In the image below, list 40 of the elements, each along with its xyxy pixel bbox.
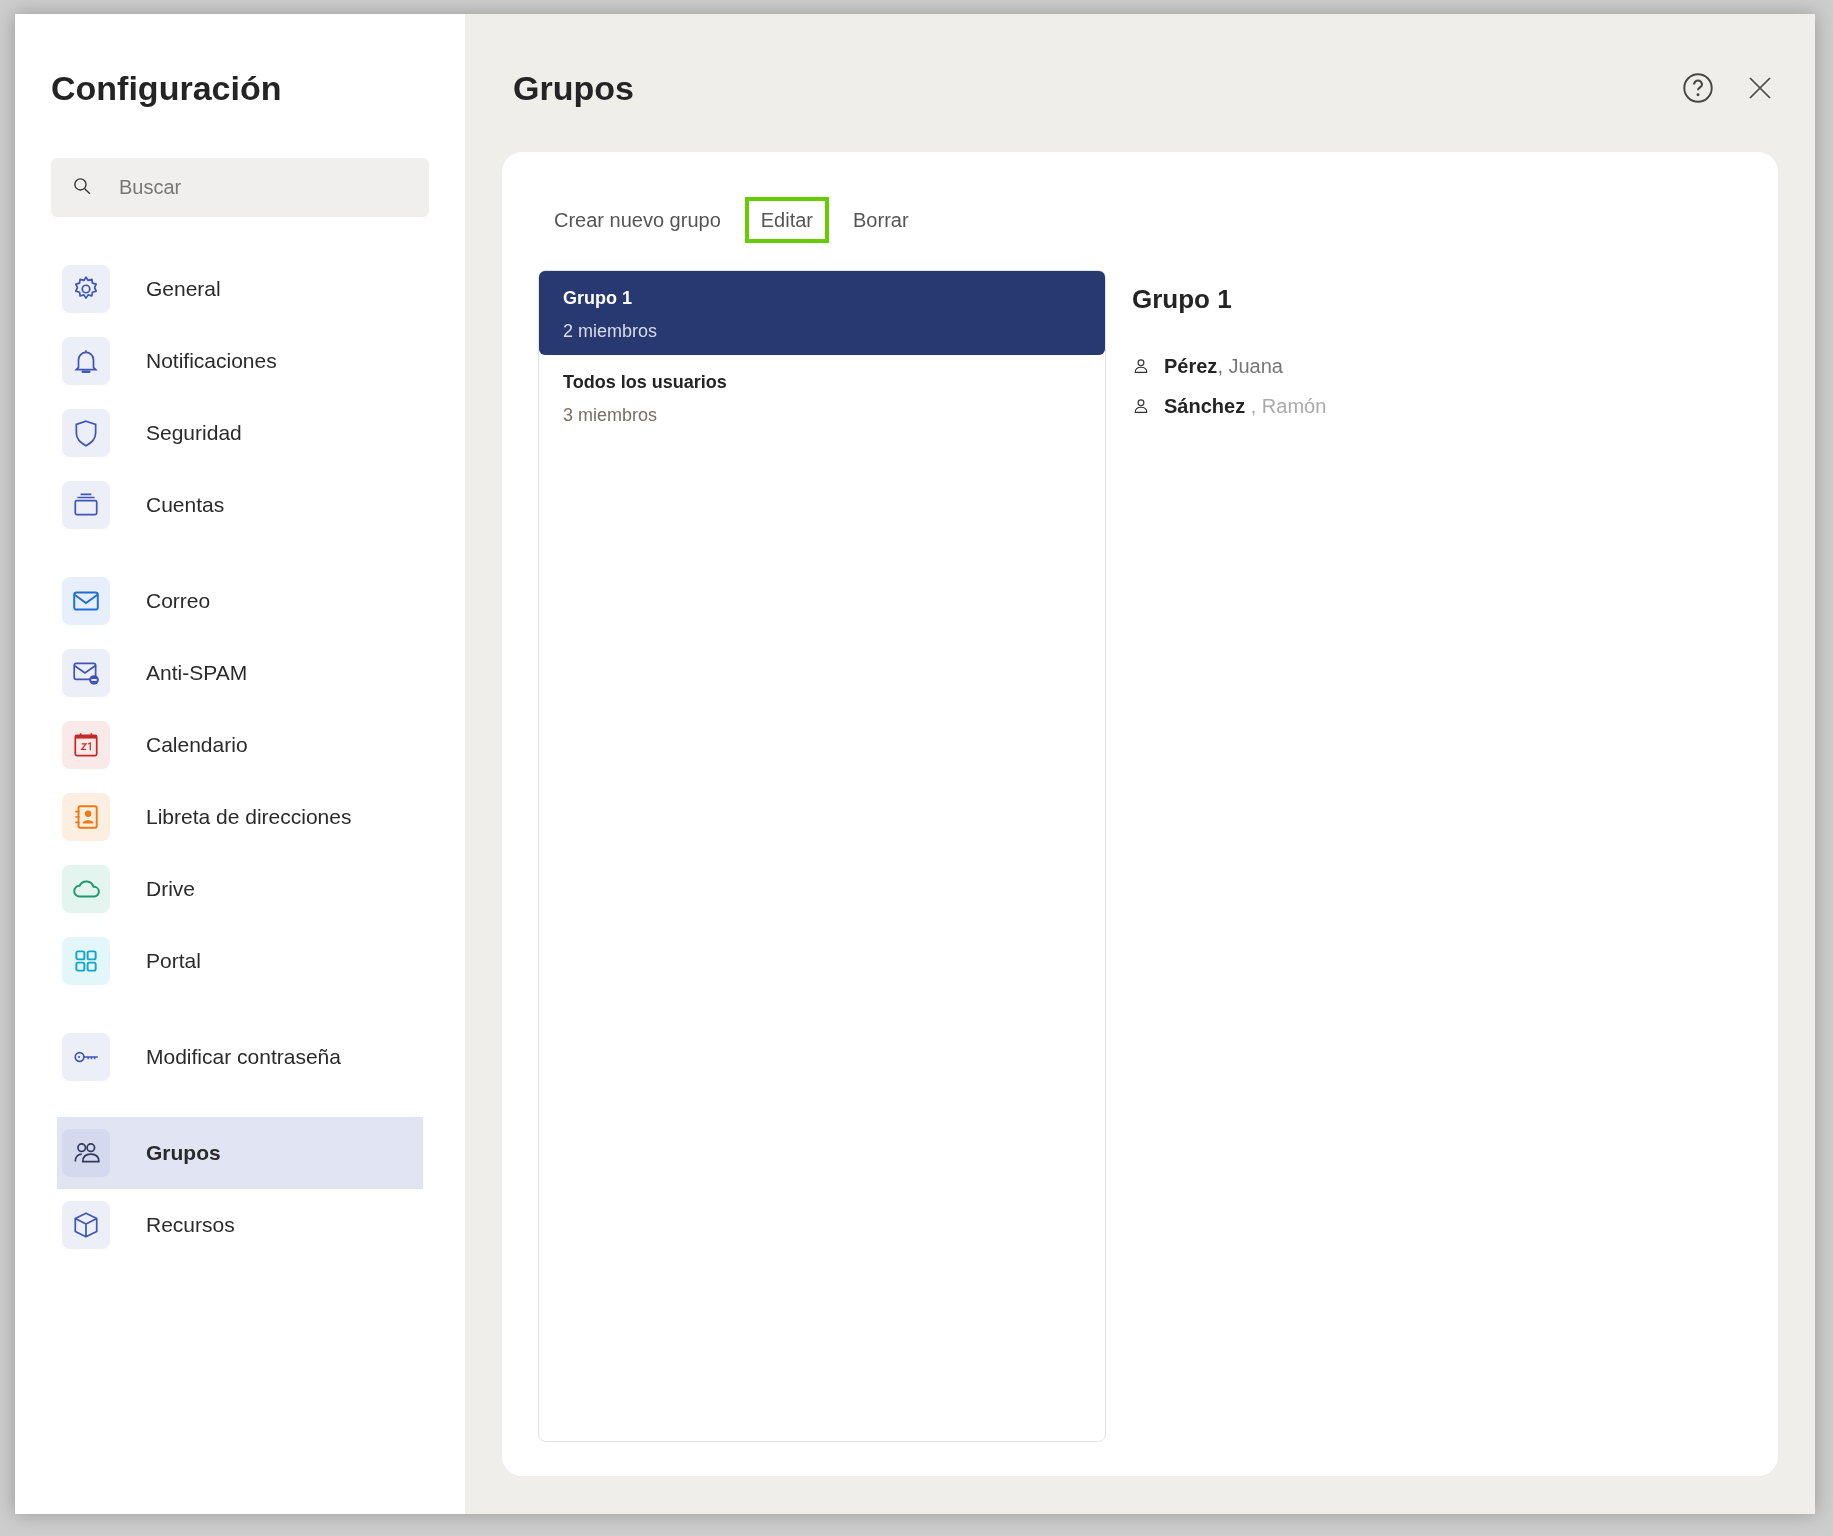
people-icon	[62, 1128, 110, 1177]
member-name: Sánchez , Ramón	[1164, 394, 1327, 420]
envelope-minus-icon	[62, 648, 110, 697]
group-title: Grupo 1	[1132, 284, 1233, 316]
sidebar-item[interactable]: Recursos	[57, 1188, 423, 1261]
toolbar-button[interactable]: Editar	[744, 197, 830, 243]
search-field[interactable]: Buscar	[51, 157, 429, 217]
sidebar-item[interactable]: Notificaciones	[57, 324, 423, 397]
sidebar-item[interactable]: Libreta de direcciones	[57, 780, 423, 853]
toolbar-button[interactable]: Crear nuevo grupo	[538, 197, 737, 243]
group-item[interactable]: Grupo 1 2 miembros	[539, 271, 1105, 355]
sidebar-item[interactable]: Correo	[57, 564, 423, 637]
shield-icon	[62, 408, 110, 457]
search-input[interactable]: Buscar	[117, 171, 377, 204]
toolbar-button[interactable]: Borrar	[837, 197, 925, 243]
cube-icon	[62, 1200, 110, 1249]
calendar-icon	[62, 720, 110, 769]
page-title: Grupos	[513, 67, 634, 109]
bell-icon	[62, 336, 110, 385]
grid-icon	[62, 936, 110, 985]
stacked-cards-icon	[62, 480, 110, 529]
group-item[interactable]: Todos los usuarios 3 miembros	[539, 355, 1105, 439]
sidebar-item[interactable]: Modificar contraseña	[57, 1020, 423, 1093]
key-icon	[62, 1032, 110, 1081]
gear-icon	[62, 264, 110, 313]
settings-title: Configuración	[51, 68, 283, 109]
sidebar-item[interactable]: General	[57, 252, 423, 325]
envelope-icon	[62, 576, 110, 625]
sidebar-item[interactable]: Grupos	[57, 1116, 423, 1189]
sidebar-item[interactable]: Anti-SPAM	[57, 636, 423, 709]
sidebar-item[interactable]: Seguridad	[57, 396, 423, 469]
member-name: Pérez, Juana	[1164, 354, 1283, 380]
sidebar-item[interactable]: Portal	[57, 924, 423, 997]
contact-book-icon	[62, 792, 110, 841]
cloud-icon	[62, 864, 110, 913]
sidebar-item[interactable]: Calendario	[57, 708, 423, 781]
person-icon	[1132, 397, 1150, 416]
sidebar-item[interactable]: Cuentas	[57, 468, 423, 541]
sidebar-item[interactable]: Drive	[57, 852, 423, 925]
person-icon	[1132, 357, 1150, 376]
